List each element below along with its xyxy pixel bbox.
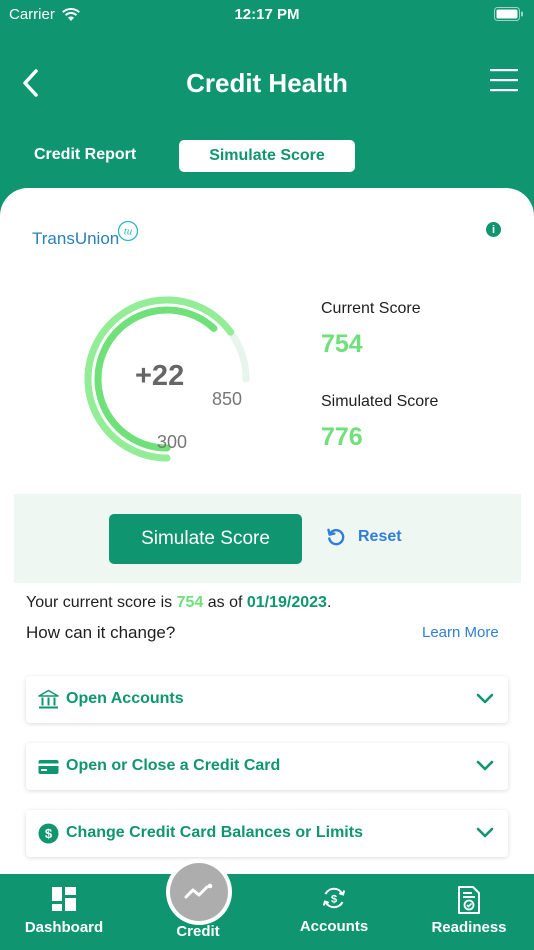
bank-icon (38, 689, 59, 709)
accordion-change-balances-limits[interactable]: $ Change Credit Card Balances or Limits (26, 810, 508, 857)
logo-text: TransUnion (32, 229, 120, 248)
summary-date: 01/19/2023 (246, 594, 327, 611)
nav-dashboard[interactable]: Dashboard (14, 874, 114, 950)
learn-more-link[interactable]: Learn More (422, 624, 499, 641)
chevron-down-icon (476, 760, 494, 771)
summary-prefix: Your current score is (26, 594, 177, 611)
credit-card-icon (38, 760, 59, 774)
current-score-label: Current Score (321, 300, 421, 317)
trend-icon (184, 883, 213, 899)
summary-middle: as of (203, 594, 247, 611)
how-can-it-change: How can it change? (26, 623, 176, 642)
segmented-tabs: Credit Report Simulate Score (0, 140, 534, 172)
gauge-delta: +22 (135, 360, 185, 392)
accounts-icon: $ (323, 887, 345, 909)
page-title: Credit Health (186, 68, 348, 98)
reset-label: Reset (358, 528, 402, 545)
nav-accounts[interactable]: $ Accounts (284, 874, 384, 950)
nav-readiness[interactable]: Readiness (419, 874, 519, 950)
header: Credit Health (0, 50, 534, 120)
simulate-panel: Simulate Score Reset (14, 494, 521, 583)
main-card: TransUnion tu i +22 850 300 Current Scor… (0, 188, 534, 888)
chevron-down-icon (476, 693, 494, 704)
info-icon[interactable]: i (486, 222, 501, 237)
nav-credit-active-button[interactable] (166, 859, 232, 925)
simulate-score-button[interactable]: Simulate Score (109, 514, 302, 564)
nav-label: Dashboard (24, 919, 104, 936)
accordion-open-close-credit-card[interactable]: Open or Close a Credit Card (26, 743, 508, 790)
bottom-tab-bar: Dashboard Credit $ Accounts Readiness (0, 874, 534, 950)
simulated-score-label: Simulated Score (321, 393, 439, 410)
dollar-icon: $ (38, 823, 59, 844)
nav-label: Credit (176, 923, 220, 940)
status-bar: Carrier 12:17 PM (0, 0, 534, 30)
tab-credit-report[interactable]: Credit Report (34, 146, 136, 164)
current-score-value: 754 (321, 330, 363, 358)
svg-text:$: $ (331, 894, 337, 906)
summary-score: 754 (176, 594, 204, 611)
readiness-icon (458, 886, 480, 914)
transunion-mark-icon: tu (118, 220, 139, 242)
hamburger-menu-icon[interactable] (490, 68, 518, 92)
transunion-logo: TransUnion tu (32, 220, 139, 249)
accordion-label: Open Accounts (66, 690, 184, 707)
nav-label: Readiness (431, 919, 507, 936)
reset-icon (327, 528, 345, 546)
gauge-min-label: 300 (157, 432, 188, 452)
nav-credit-active-inner (170, 863, 228, 921)
accordion-open-accounts[interactable]: Open Accounts (26, 676, 508, 723)
chevron-down-icon (476, 827, 494, 838)
simulated-score-value: 776 (321, 423, 363, 451)
tab-simulate-score[interactable]: Simulate Score (179, 140, 355, 172)
summary-suffix: . (326, 594, 332, 611)
gauge-max-label: 850 (212, 389, 243, 409)
dashboard-icon (52, 887, 76, 911)
logo-mark-text: tu (124, 226, 133, 238)
nav-label: Accounts (299, 918, 369, 935)
accordion-label: Open or Close a Credit Card (66, 757, 281, 774)
status-time: 12:17 PM (234, 6, 300, 23)
reset-button[interactable]: Reset (326, 527, 402, 547)
current-score-summary: Your current score is 754 as of 01/19/20… (26, 594, 331, 612)
accordion-label: Change Credit Card Balances or Limits (66, 824, 363, 841)
battery-icon (494, 7, 523, 21)
svg-text:$: $ (45, 826, 53, 841)
